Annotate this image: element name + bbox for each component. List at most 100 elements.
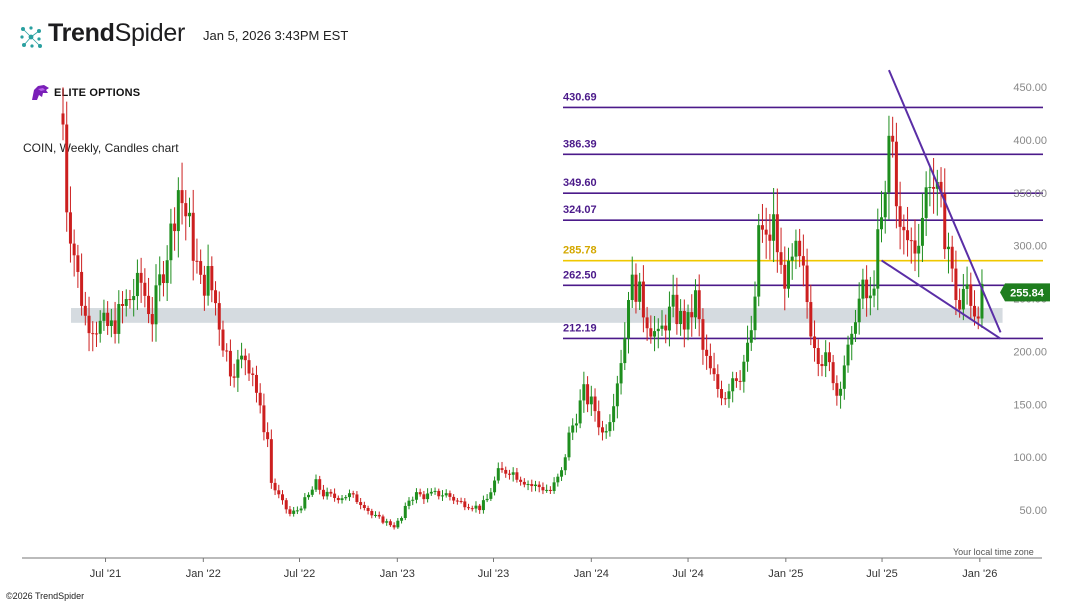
candle-body — [113, 320, 117, 334]
candle-body — [775, 214, 779, 253]
candle-body — [880, 217, 884, 230]
candle-body — [679, 310, 683, 325]
candle-body — [593, 396, 597, 412]
candle-body — [485, 498, 489, 501]
candle-body — [757, 225, 761, 297]
candle-body — [106, 312, 110, 326]
x-tick-label: Jul '25 — [866, 568, 897, 580]
candle-body — [973, 305, 977, 317]
candle-body — [608, 422, 612, 432]
candle-body — [98, 320, 102, 334]
candle-body — [247, 360, 251, 374]
y-tick-label: 100.00 — [1013, 452, 1047, 464]
candle-body — [839, 388, 843, 396]
candle-body — [72, 243, 76, 256]
candle-body — [827, 352, 831, 363]
candle-body — [567, 432, 571, 458]
candle-body — [437, 490, 441, 497]
candle-body — [385, 521, 389, 523]
candle-body — [429, 491, 433, 494]
candle-body — [835, 383, 839, 396]
candle-body — [210, 266, 214, 291]
candle-body — [277, 490, 281, 495]
level-label-430.69: 430.69 — [563, 91, 597, 103]
candle-body — [65, 124, 69, 213]
copyright-footer: ©2026 TrendSpider — [6, 591, 85, 601]
candle-body — [173, 223, 177, 232]
candle-body — [742, 361, 746, 382]
candle-body — [917, 245, 921, 254]
candle-body — [273, 482, 277, 491]
candle-body — [589, 396, 593, 405]
candle-body — [232, 376, 236, 378]
trendline-1 — [888, 69, 1002, 333]
candle-body — [340, 498, 344, 501]
candle-body — [530, 484, 534, 487]
candle-body — [723, 398, 727, 400]
candle-body — [548, 489, 552, 491]
candle-body — [887, 135, 891, 193]
candle-body — [857, 298, 861, 323]
candle-body — [720, 389, 724, 399]
candle-body — [693, 290, 697, 318]
candle-body — [366, 508, 370, 511]
candle-body — [426, 493, 430, 500]
candle-body — [418, 492, 422, 495]
candle-body — [909, 240, 913, 242]
candle-body — [600, 427, 604, 433]
y-tick-label: 50.00 — [1019, 505, 1047, 517]
candle-body — [638, 281, 642, 302]
candle-body — [556, 476, 560, 483]
candle-body — [507, 473, 511, 475]
level-label-262.50: 262.50 — [563, 269, 597, 281]
candle-body — [228, 350, 232, 377]
candle-body — [489, 492, 493, 499]
candle-body — [202, 274, 206, 296]
x-tick-label: Jan '22 — [186, 568, 221, 580]
price-chart[interactable]: 430.69 386.39 349.60 324.07 285.78 262.50 212.… — [0, 0, 1072, 606]
candle-body — [362, 505, 366, 509]
candle-body — [541, 487, 545, 491]
candle-body — [783, 264, 787, 289]
candle-body — [515, 472, 519, 480]
candle-body — [946, 246, 950, 250]
candle-body — [578, 400, 582, 424]
candle-body — [440, 495, 444, 497]
candle-body — [813, 336, 817, 349]
candle-body — [299, 508, 303, 511]
candle-body — [165, 260, 169, 284]
candle-body — [407, 500, 411, 506]
y-tick-label: 300.00 — [1013, 241, 1047, 253]
candle-body — [329, 491, 333, 494]
candle-body — [612, 406, 616, 423]
candle-body — [712, 368, 716, 375]
candle-body — [83, 305, 87, 316]
candle-body — [891, 135, 895, 142]
x-tick-label: Jul '22 — [284, 568, 315, 580]
candle-body — [496, 468, 500, 481]
support-zone — [71, 308, 1003, 323]
candle-body — [682, 310, 686, 330]
candle-body — [954, 268, 958, 301]
candle-body — [653, 331, 657, 337]
y-tick-label: 400.00 — [1013, 135, 1047, 147]
y-tick-label: 150.00 — [1013, 399, 1047, 411]
candle-body — [139, 272, 143, 283]
candle-body — [586, 384, 590, 405]
candle-body — [861, 279, 865, 299]
candle-body — [303, 497, 307, 509]
candle-body — [377, 514, 381, 517]
candle-body — [325, 491, 329, 497]
x-tick-label: Jan '23 — [380, 568, 415, 580]
candle-body — [359, 502, 363, 506]
candle-body — [132, 296, 136, 301]
candle-body — [760, 225, 764, 230]
candle-body — [87, 315, 91, 334]
y-tick-label: 200.00 — [1013, 346, 1047, 358]
candle-body — [772, 214, 776, 241]
candle-body — [537, 484, 541, 488]
y-tick-label: 350.00 — [1013, 188, 1047, 200]
candle-body — [124, 299, 128, 306]
x-tick-label: Jul '24 — [672, 568, 703, 580]
candle-body — [545, 489, 549, 491]
